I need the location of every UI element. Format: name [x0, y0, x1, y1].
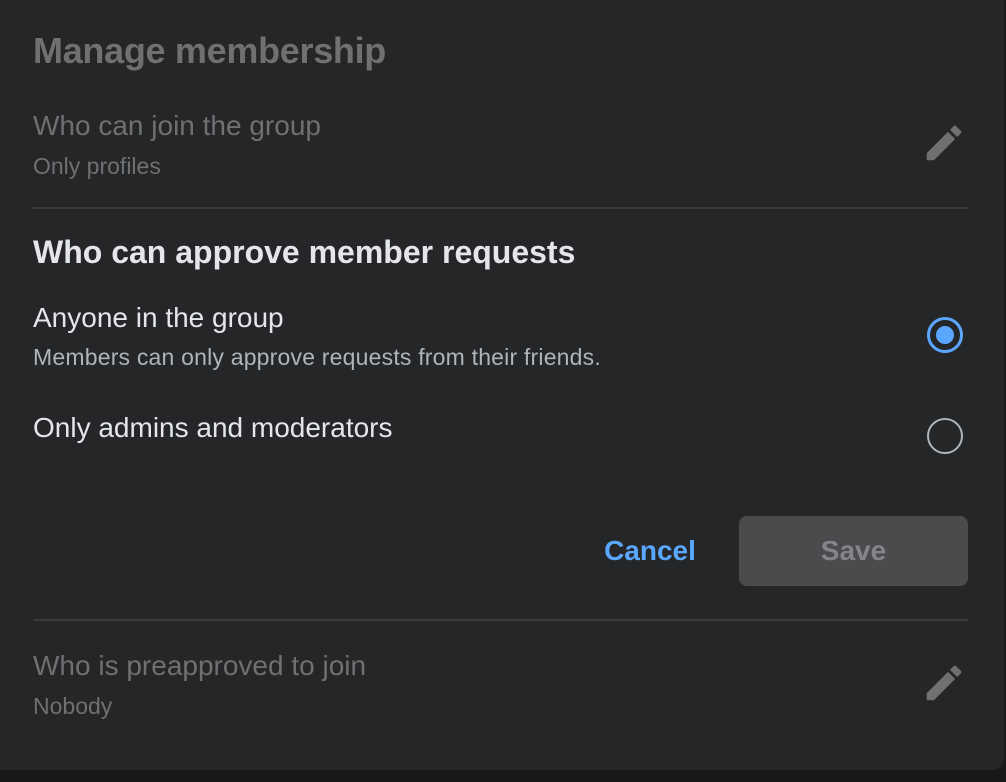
manage-membership-panel: Manage membership Who can join the group… [0, 0, 1004, 770]
pencil-icon [926, 125, 962, 161]
option-anyone-description: Members can only approve requests from t… [33, 344, 601, 370]
join-setting-value: Only profiles [33, 153, 161, 179]
edit-join-setting-button[interactable] [918, 117, 970, 169]
divider [33, 619, 968, 621]
cancel-button[interactable]: Cancel [588, 516, 712, 586]
save-button[interactable]: Save [739, 516, 968, 586]
radio-anyone-in-group[interactable] [927, 317, 963, 353]
preapproved-setting-title: Who is preapproved to join [33, 650, 367, 681]
join-setting-title: Who can join the group [33, 110, 321, 141]
pencil-icon [926, 665, 962, 701]
preapproved-setting-value: Nobody [33, 693, 113, 719]
radio-selected-dot [936, 326, 954, 344]
edit-preapproved-setting-button[interactable] [918, 657, 970, 709]
approve-section-heading: Who can approve member requests [33, 234, 576, 270]
page-title: Manage membership [33, 30, 387, 71]
radio-only-admins-moderators[interactable] [927, 418, 963, 454]
divider [33, 207, 968, 209]
option-anyone-label[interactable]: Anyone in the group [33, 302, 284, 334]
option-admins-label[interactable]: Only admins and moderators [33, 412, 393, 444]
